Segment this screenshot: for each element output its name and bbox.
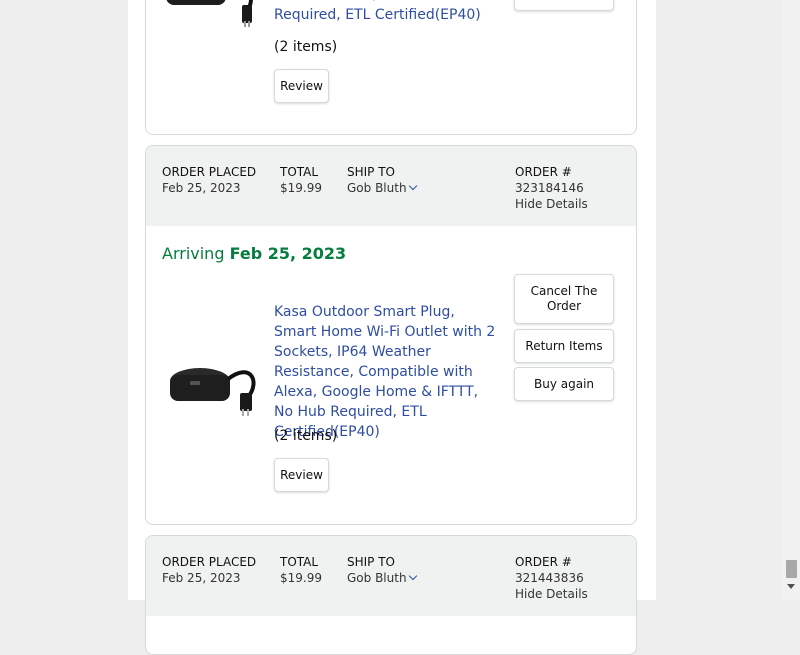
review-button[interactable]: Review [274,69,329,103]
arriving-date: Feb 25, 2023 [229,244,347,263]
order-number-value: 323184146 [515,181,584,195]
ship-to-label: SHIP TO [347,165,396,179]
product-title-link[interactable]: Home & IFTTT, No Hub Required, ETL Certi… [274,0,496,25]
ship-to-col: SHIP TO Gob Bluth [347,554,417,586]
order-number-value: 321443836 [515,571,584,585]
scrollbar[interactable] [783,0,800,600]
total-col: TOTAL $19.99 [280,164,322,196]
total-label: TOTAL [280,555,319,569]
item-quantity: (2 items) [274,39,338,55]
chevron-down-icon [408,571,417,581]
arriving-prefix: Arriving [162,244,225,263]
order-header: ORDER PLACED Feb 25, 2023 TOTAL $19.99 S… [146,536,636,616]
order-placed-value: Feb 25, 2023 [162,571,241,585]
total-value: $19.99 [280,571,322,585]
cancel-order-button[interactable]: Cancel The Order [514,274,614,324]
arriving-status: Arriving Feb 25, 2023 [162,244,346,263]
item-quantity: (2 items) [274,428,338,444]
buy-again-button[interactable] [514,0,614,11]
return-items-button[interactable]: Return Items [514,329,614,363]
total-col: TOTAL $19.99 [280,554,322,586]
order-number-label: ORDER # [515,555,572,569]
chevron-down-icon [408,181,417,191]
order-number-label: ORDER # [515,165,572,179]
scrollbar-thumb[interactable] [786,560,797,578]
buy-again-button[interactable]: Buy again [514,367,614,401]
ship-to-dropdown[interactable]: Gob Bluth [347,570,417,586]
product-title-link[interactable]: Kasa Outdoor Smart Plug, Smart Home Wi-F… [274,302,496,442]
order-number-col: ORDER # 321443836 Hide Details [515,554,588,602]
ship-to-label: SHIP TO [347,555,396,569]
ship-to-dropdown[interactable]: Gob Bluth [347,180,417,196]
product-image[interactable] [160,0,260,33]
order-card: ORDER PLACED Feb 25, 2023 TOTAL $19.99 S… [145,535,637,655]
total-value: $19.99 [280,181,322,195]
product-image[interactable] [160,351,260,425]
ship-to-name: Gob Bluth [347,181,407,195]
order-placed-label: ORDER PLACED [162,165,257,179]
review-button[interactable]: Review [274,458,329,492]
total-label: TOTAL [280,165,319,179]
hide-details-link[interactable]: Hide Details [515,196,588,212]
ship-to-col: SHIP TO Gob Bluth [347,164,417,196]
order-placed-col: ORDER PLACED Feb 25, 2023 [162,164,256,196]
scroll-down-arrow-icon[interactable] [787,584,795,589]
order-card: Home & IFTTT, No Hub Required, ETL Certi… [145,0,637,135]
order-number-col: ORDER # 323184146 Hide Details [515,164,588,212]
order-header: ORDER PLACED Feb 25, 2023 TOTAL $19.99 S… [146,146,636,226]
ship-to-name: Gob Bluth [347,571,407,585]
order-placed-col: ORDER PLACED Feb 25, 2023 [162,554,256,586]
order-card: ORDER PLACED Feb 25, 2023 TOTAL $19.99 S… [145,145,637,525]
order-placed-value: Feb 25, 2023 [162,181,241,195]
order-placed-label: ORDER PLACED [162,555,257,569]
